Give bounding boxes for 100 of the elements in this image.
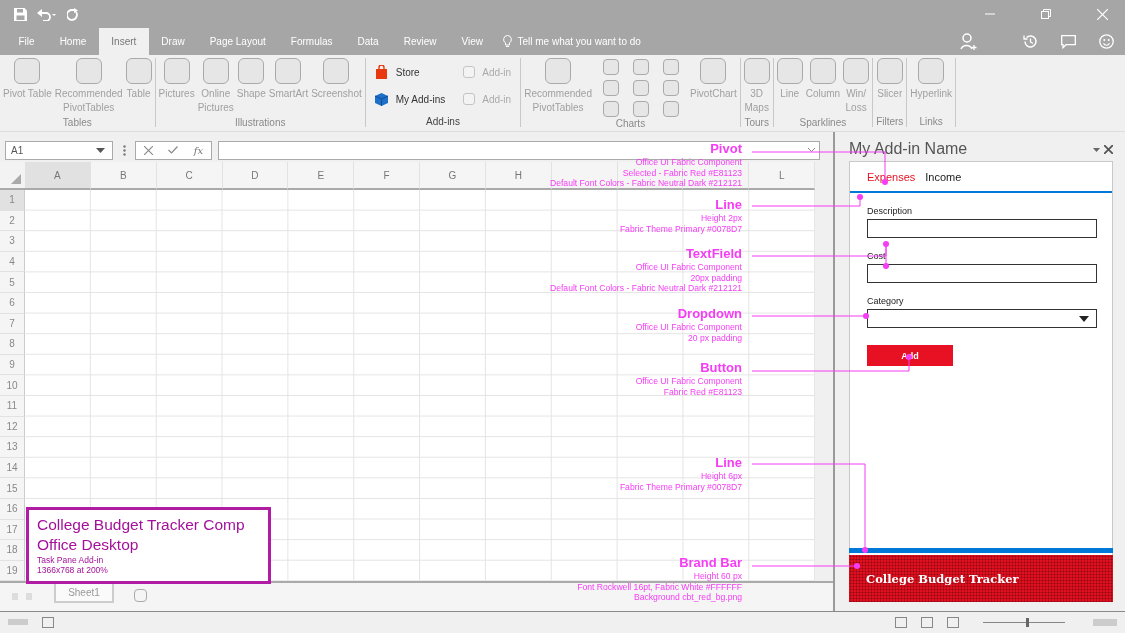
- new-sheet-button[interactable]: [134, 589, 147, 603]
- annotation-note: Fabric Theme Primary #0078D7: [619, 481, 742, 493]
- scroll-right-button[interactable]: [26, 593, 32, 601]
- column-header[interactable]: D: [222, 162, 289, 190]
- more-icon[interactable]: [122, 144, 126, 156]
- ribbon-tab[interactable]: Formulas: [278, 28, 346, 55]
- note-detail: Task Pane Add-in: [37, 555, 105, 565]
- close-icon[interactable]: [1104, 145, 1113, 154]
- square-icon: [275, 58, 302, 84]
- check-icon[interactable]: [168, 146, 179, 154]
- select-all-icon[interactable]: [11, 174, 21, 184]
- row-header[interactable]: 3: [0, 231, 25, 252]
- column-header[interactable]: E: [288, 162, 355, 190]
- pivot-tab[interactable]: Income: [925, 170, 962, 183]
- ribbon-tab[interactable]: Insert: [98, 28, 149, 55]
- column-header[interactable]: A: [25, 162, 91, 190]
- square-icon: [776, 58, 803, 84]
- row-header[interactable]: 1: [0, 190, 25, 211]
- note-detail: 1366x768 at 200%: [37, 565, 109, 575]
- square-icon: [75, 58, 102, 84]
- annotation-note: 20px padding: [689, 272, 742, 284]
- column-header[interactable]: F: [354, 162, 421, 190]
- row-header[interactable]: 11: [0, 395, 25, 417]
- group-label: Add-ins: [426, 116, 460, 127]
- row-header[interactable]: 10: [0, 375, 25, 396]
- row-header[interactable]: 12: [0, 416, 25, 438]
- ribbon-tab[interactable]: Draw: [148, 28, 198, 55]
- row-header[interactable]: 5: [0, 272, 25, 293]
- caret-icon[interactable]: [1093, 147, 1100, 152]
- history-icon[interactable]: [1022, 34, 1038, 49]
- ribbon-tab[interactable]: Page Layout: [197, 28, 279, 55]
- field-label: Category: [867, 296, 905, 306]
- chevron-icon: [808, 148, 815, 152]
- column-header[interactable]: G: [420, 162, 486, 190]
- row-header[interactable]: 13: [0, 437, 25, 458]
- row-header[interactable]: 7: [0, 313, 25, 335]
- annotation-note: Office UI Fabric Component: [634, 262, 742, 273]
- column-header[interactable]: C: [156, 162, 223, 190]
- square-icon: [545, 58, 572, 84]
- row-header[interactable]: 16: [0, 498, 25, 520]
- ribbon-tab[interactable]: View: [448, 28, 496, 55]
- save-icon[interactable]: [14, 7, 27, 21]
- page-break-view-button[interactable]: [947, 616, 959, 628]
- redo-icon[interactable]: [67, 7, 79, 21]
- note-heading: Office Desktop: [37, 535, 140, 555]
- cube-icon: [374, 92, 388, 106]
- zoom-slider[interactable]: [983, 617, 1065, 627]
- scroll-left-button[interactable]: [12, 593, 18, 601]
- group-label: Tables: [62, 117, 92, 128]
- row-header[interactable]: 15: [0, 478, 25, 499]
- comment-icon[interactable]: [1060, 34, 1076, 49]
- macro-button[interactable]: [42, 616, 54, 628]
- square-icon: [876, 58, 903, 84]
- row-header[interactable]: 17: [0, 519, 25, 541]
- slider-thumb[interactable]: [1026, 617, 1030, 627]
- row-header[interactable]: 4: [0, 251, 25, 273]
- annotation-note: Background cbt_red_bg.png: [633, 592, 742, 603]
- row-header[interactable]: 2: [0, 210, 25, 232]
- insert-function-button[interactable]: fx: [193, 144, 204, 156]
- column-header[interactable]: L: [749, 162, 816, 190]
- square-icon: [14, 58, 41, 84]
- annotation-note: Selected - Fabric Red #E81123: [621, 167, 742, 179]
- field-label: Cost: [867, 251, 887, 261]
- ribbon-tab[interactable]: Data: [345, 28, 392, 55]
- ribbon-tab[interactable]: Review: [391, 28, 449, 55]
- square-icon: [843, 58, 870, 84]
- annotation-note: Default Font Colors - Fabric Neutral Dark #212121: [550, 283, 742, 294]
- smiley-icon[interactable]: [1098, 34, 1114, 49]
- ribbon-tab[interactable]: File: [6, 28, 48, 55]
- row-header[interactable]: 14: [0, 457, 25, 479]
- annotation-title: Line: [714, 455, 742, 471]
- cancel-icon[interactable]: [143, 145, 153, 155]
- row-header[interactable]: 18: [0, 540, 25, 561]
- input-field[interactable]: [867, 264, 1097, 283]
- square-icon: [700, 58, 727, 84]
- row-header[interactable]: 8: [0, 334, 25, 355]
- cell-grid[interactable]: [25, 190, 816, 582]
- zoom-level-indicator[interactable]: [1093, 618, 1117, 626]
- formula-input[interactable]: [218, 140, 820, 160]
- normal-view-button[interactable]: [895, 616, 907, 628]
- tell-me-search[interactable]: Tell me what you want to do: [517, 36, 641, 47]
- column-header[interactable]: B: [90, 162, 157, 190]
- restore-icon[interactable]: [1041, 9, 1051, 19]
- dropdown[interactable]: [867, 309, 1097, 328]
- ribbon-button[interactable]: Store: [374, 61, 420, 83]
- row-header[interactable]: 19: [0, 560, 25, 582]
- annotation-title: Line: [714, 197, 742, 213]
- pivot-tab[interactable]: Expenses: [867, 170, 916, 183]
- name-box[interactable]: A1: [5, 140, 113, 160]
- checkbox-label: Add-in: [482, 66, 512, 78]
- ribbon-button[interactable]: My Add-ins: [374, 88, 446, 110]
- input-field[interactable]: [867, 219, 1097, 238]
- sheet-tab[interactable]: Sheet1: [54, 583, 114, 604]
- undo-icon[interactable]: [37, 7, 57, 21]
- checkbox-label: Add-in: [482, 93, 512, 105]
- page-layout-view-button[interactable]: [921, 616, 933, 628]
- row-header[interactable]: 9: [0, 354, 25, 376]
- row-header[interactable]: 6: [0, 292, 25, 314]
- ribbon-tab[interactable]: Home: [47, 28, 99, 55]
- add-person-icon[interactable]: [960, 33, 978, 50]
